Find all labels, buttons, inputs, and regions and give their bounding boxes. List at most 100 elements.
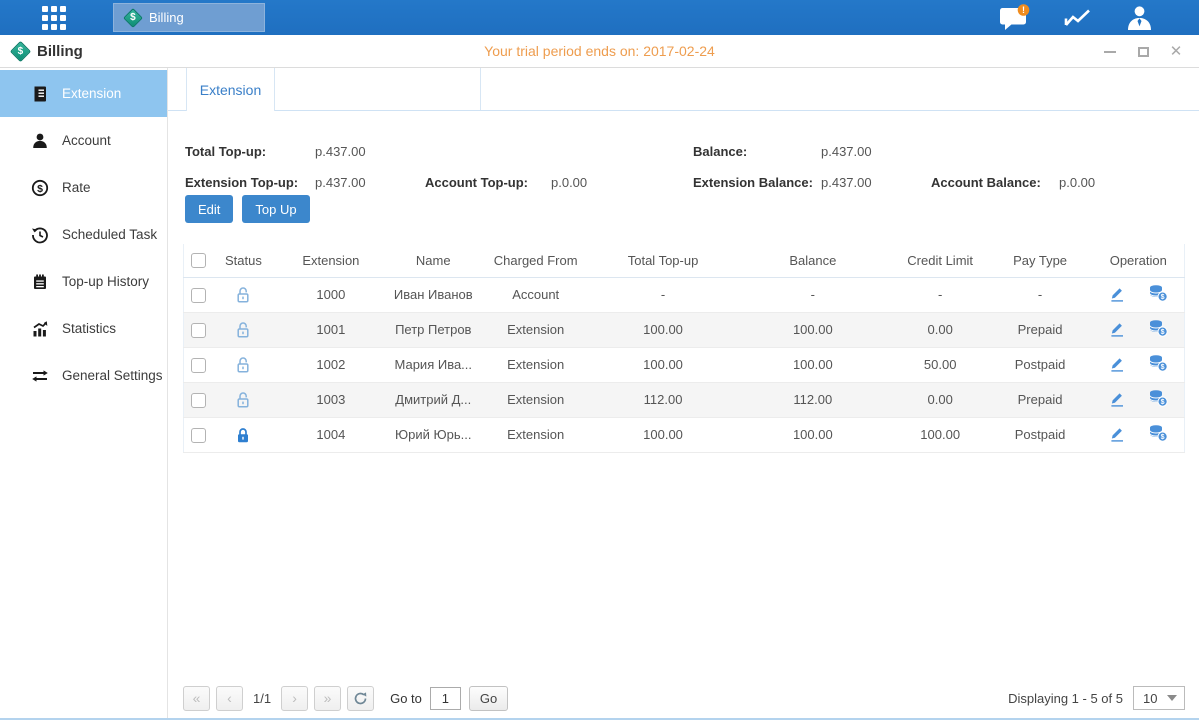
first-page-button[interactable]: « (183, 686, 210, 711)
svg-text:!: ! (1022, 5, 1025, 15)
summary-panel: Total Top-up: p.437.00 Balance: p.437.00… (168, 111, 1199, 241)
topbar-tab-label: Billing (149, 10, 184, 25)
top-up-row-icon[interactable]: $ (1148, 424, 1168, 445)
cell-name: Петр Петров (388, 312, 478, 347)
user-button[interactable] (1126, 5, 1153, 31)
edit-row-icon[interactable] (1108, 319, 1126, 341)
window-title: $ Billing (13, 43, 83, 60)
table-row: 1003 Дмитрий Д... Extension 112.00 112.0… (184, 382, 1185, 417)
edit-row-icon[interactable] (1108, 284, 1126, 306)
billing-window: $ Billing ! (0, 0, 1199, 720)
table-row: 1001 Петр Петров Extension 100.00 100.00… (184, 312, 1185, 347)
select-all-checkbox[interactable] (191, 253, 206, 268)
cell-total-topup: 112.00 (593, 382, 733, 417)
top-up-row-icon[interactable]: $ (1148, 354, 1168, 375)
cell-balance: 100.00 (733, 417, 893, 452)
top-up-button[interactable]: Top Up (242, 195, 309, 223)
sidebar-item-scheduled-task[interactable]: Scheduled Task (0, 211, 167, 258)
edit-row-icon[interactable] (1108, 354, 1126, 376)
account-topup-value: p.0.00 (551, 175, 587, 190)
app-launcher-grid-icon[interactable] (42, 6, 66, 30)
billing-app-icon: $ (123, 8, 143, 28)
goto-page-input[interactable] (430, 687, 461, 710)
table-row: 1000 Иван Иванов Account - - - - $ (184, 277, 1185, 312)
row-checkbox[interactable] (191, 393, 206, 408)
cell-charged-from: Extension (478, 312, 593, 347)
notifications-button[interactable]: ! (999, 4, 1030, 31)
sidebar-item-rate[interactable]: $ Rate (0, 164, 167, 211)
cell-balance: 100.00 (733, 347, 893, 382)
prev-page-button[interactable]: ‹ (216, 686, 243, 711)
top-up-row-icon[interactable]: $ (1148, 389, 1168, 410)
page-size-select[interactable]: 10 (1133, 686, 1185, 710)
edit-row-icon[interactable] (1108, 389, 1126, 411)
last-page-button[interactable]: » (314, 686, 341, 711)
cell-extension: 1003 (273, 382, 388, 417)
column-operation[interactable]: Operation (1093, 244, 1185, 277)
total-topup-label: Total Top-up: (185, 144, 266, 159)
column-extension[interactable]: Extension (273, 244, 388, 277)
cell-extension: 1001 (273, 312, 388, 347)
top-up-row-icon[interactable]: $ (1148, 319, 1168, 340)
displaying-text: Displaying 1 - 5 of 5 (1008, 691, 1123, 706)
refresh-button[interactable] (347, 686, 374, 711)
sidebar-item-account[interactable]: Account (0, 117, 167, 164)
maximize-button[interactable] (1136, 45, 1150, 59)
table-row: 1002 Мария Ива... Extension 100.00 100.0… (184, 347, 1185, 382)
select-all-header (184, 244, 214, 277)
page-indicator: 1/1 (253, 691, 271, 706)
sidebar-item-topup-history[interactable]: Top-up History (0, 258, 167, 305)
top-up-row-icon[interactable]: $ (1148, 284, 1168, 305)
window-title-text: Billing (37, 43, 83, 60)
close-button[interactable]: ✕ (1169, 45, 1183, 59)
monitor-button[interactable] (1063, 6, 1093, 30)
minimize-button[interactable] (1103, 45, 1117, 59)
cell-name: Мария Ива... (388, 347, 478, 382)
page-size-value: 10 (1143, 691, 1157, 706)
go-button[interactable]: Go (469, 686, 508, 711)
tab-bar-divider (275, 68, 481, 110)
column-charged-from[interactable]: Charged From (478, 244, 593, 277)
cell-balance: - (733, 277, 893, 312)
balance-label: Balance: (693, 144, 747, 159)
column-name[interactable]: Name (388, 244, 478, 277)
tab-extension[interactable]: Extension (186, 68, 275, 111)
cell-total-topup: 100.00 (593, 417, 733, 452)
row-checkbox[interactable] (191, 428, 206, 443)
column-status[interactable]: Status (213, 244, 273, 277)
sidebar-item-statistics[interactable]: Statistics (0, 305, 167, 352)
column-pay-type[interactable]: Pay Type (988, 244, 1093, 277)
sidebar: Extension Account $ Rate Scheduled Task (0, 68, 168, 718)
svg-text:$: $ (1161, 329, 1165, 336)
sidebar-item-general-settings[interactable]: General Settings (0, 352, 167, 399)
cell-name: Иван Иванов (388, 277, 478, 312)
titlebar: $ Billing Your trial period ends on: 201… (0, 35, 1199, 68)
cell-charged-from: Account (478, 277, 593, 312)
next-page-button[interactable]: › (281, 686, 308, 711)
extension-balance-value: p.437.00 (821, 175, 872, 190)
edit-button[interactable]: Edit (185, 195, 233, 223)
row-checkbox[interactable] (191, 358, 206, 373)
svg-text:$: $ (1161, 399, 1165, 406)
total-topup-value: p.437.00 (315, 144, 366, 159)
cell-pay-type: Postpaid (988, 347, 1093, 382)
column-total-topup[interactable]: Total Top-up (593, 244, 733, 277)
svg-text:$: $ (37, 183, 43, 195)
row-checkbox[interactable] (191, 288, 206, 303)
status-unlocked-icon (235, 321, 251, 336)
sidebar-item-extension[interactable]: Extension (0, 70, 167, 117)
cell-charged-from: Extension (478, 417, 593, 452)
edit-row-icon[interactable] (1108, 424, 1126, 446)
column-balance[interactable]: Balance (733, 244, 893, 277)
cell-name: Дмитрий Д... (388, 382, 478, 417)
cell-name: Юрий Юрь... (388, 417, 478, 452)
topbar-tab-billing[interactable]: $ Billing (113, 3, 265, 32)
column-credit-limit[interactable]: Credit Limit (893, 244, 988, 277)
pagination-bar: « ‹ 1/1 › » Go to Go Displaying 1 - 5 of… (183, 684, 1185, 712)
status-unlocked-icon (235, 391, 251, 406)
cell-pay-type: - (988, 277, 1093, 312)
chevron-down-icon (1167, 695, 1177, 701)
statistics-icon (31, 320, 49, 338)
row-checkbox[interactable] (191, 323, 206, 338)
tab-bar: Extension (168, 68, 1199, 111)
